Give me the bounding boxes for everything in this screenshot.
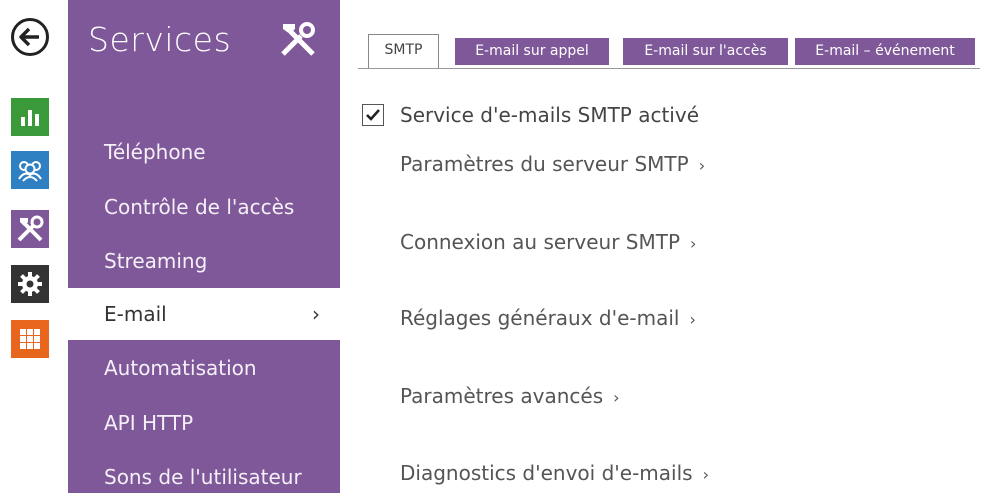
chevron-right-icon: › <box>613 388 620 407</box>
link-smtp-server-settings[interactable]: Paramètres du serveur SMTP › <box>400 152 705 176</box>
menu-item-label: Streaming <box>104 249 208 273</box>
link-advanced-settings[interactable]: Paramètres avancés › <box>400 384 620 408</box>
services-tools-icon[interactable] <box>11 210 49 248</box>
link-label: Paramètres avancés <box>400 384 604 408</box>
tab-smtp[interactable]: SMTP <box>368 34 439 69</box>
tab-email-on-call[interactable]: E-mail sur appel <box>455 38 609 65</box>
link-smtp-server-login[interactable]: Connexion au serveur SMTP › <box>400 230 696 254</box>
chevron-right-icon: › <box>702 465 709 484</box>
status-chart-icon[interactable] <box>11 98 49 136</box>
checkmark-icon <box>366 109 380 121</box>
tab-divider <box>358 68 980 69</box>
hardware-gear-icon[interactable] <box>11 265 49 303</box>
menu-item-streaming[interactable]: Streaming <box>68 235 340 287</box>
menu-item-access-control[interactable]: Contrôle de l'accès <box>68 181 340 233</box>
link-label: Connexion au serveur SMTP <box>400 230 681 254</box>
link-general-email-settings[interactable]: Réglages généraux d'e-mail › <box>400 306 696 330</box>
services-menu: Services Téléphone Contrôle de l'accès S… <box>68 0 340 493</box>
chevron-right-icon: › <box>689 310 696 329</box>
link-label: Paramètres du serveur SMTP <box>400 152 689 176</box>
menu-item-telephone[interactable]: Téléphone <box>68 126 340 178</box>
tools-icon <box>277 20 319 62</box>
directory-users-icon[interactable] <box>11 151 49 189</box>
link-label: Diagnostics d'envoi d'e-mails <box>400 461 693 485</box>
menu-item-label: Contrôle de l'accès <box>104 195 295 219</box>
chevron-right-icon: › <box>690 234 697 253</box>
system-grid-icon[interactable] <box>11 320 49 358</box>
menu-item-email[interactable]: E-mail › <box>68 288 340 340</box>
menu-title: Services <box>88 20 232 59</box>
tab-email-on-access[interactable]: E-mail sur l'accès <box>623 38 788 65</box>
tab-email-event[interactable]: E-mail – événement <box>795 38 975 65</box>
menu-item-label: Automatisation <box>104 356 257 380</box>
link-label: Réglages généraux d'e-mail <box>400 306 680 330</box>
icon-rail <box>0 0 62 493</box>
smtp-enabled-checkbox[interactable] <box>362 104 384 126</box>
chevron-right-icon: › <box>698 156 706 175</box>
menu-item-label: API HTTP <box>104 411 194 435</box>
chevron-right-icon: › <box>312 302 320 326</box>
menu-item-automation[interactable]: Automatisation <box>68 342 340 394</box>
menu-item-user-sounds[interactable]: Sons de l'utilisateur <box>68 451 340 503</box>
link-email-diagnostics[interactable]: Diagnostics d'envoi d'e-mails › <box>400 461 709 485</box>
menu-item-label: E-mail <box>104 302 167 326</box>
smtp-enabled-label: Service d'e-mails SMTP activé <box>400 103 699 127</box>
back-arrow-icon[interactable] <box>11 18 49 56</box>
smtp-enabled-row: Service d'e-mails SMTP activé <box>362 101 699 129</box>
menu-item-http-api[interactable]: API HTTP <box>68 397 340 449</box>
menu-item-label: Sons de l'utilisateur <box>104 465 302 489</box>
menu-item-label: Téléphone <box>104 140 206 164</box>
